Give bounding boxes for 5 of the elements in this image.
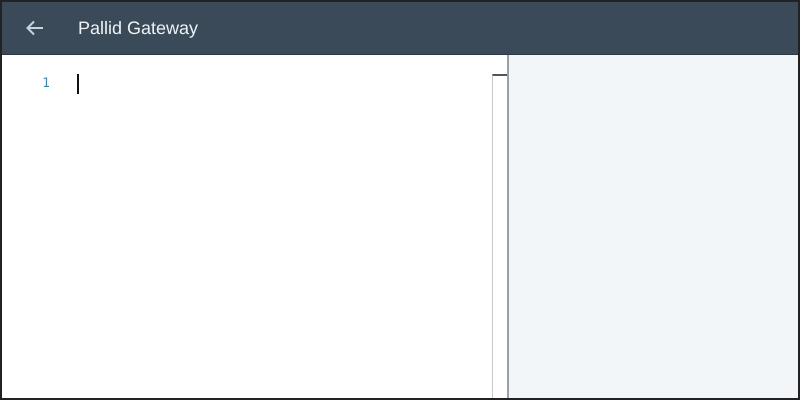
scrollbar-track[interactable] [492,74,507,398]
back-arrow-icon [26,20,44,36]
line-number: 1 [42,75,50,93]
text-cursor [77,74,79,94]
page-title: Pallid Gateway [78,18,198,38]
